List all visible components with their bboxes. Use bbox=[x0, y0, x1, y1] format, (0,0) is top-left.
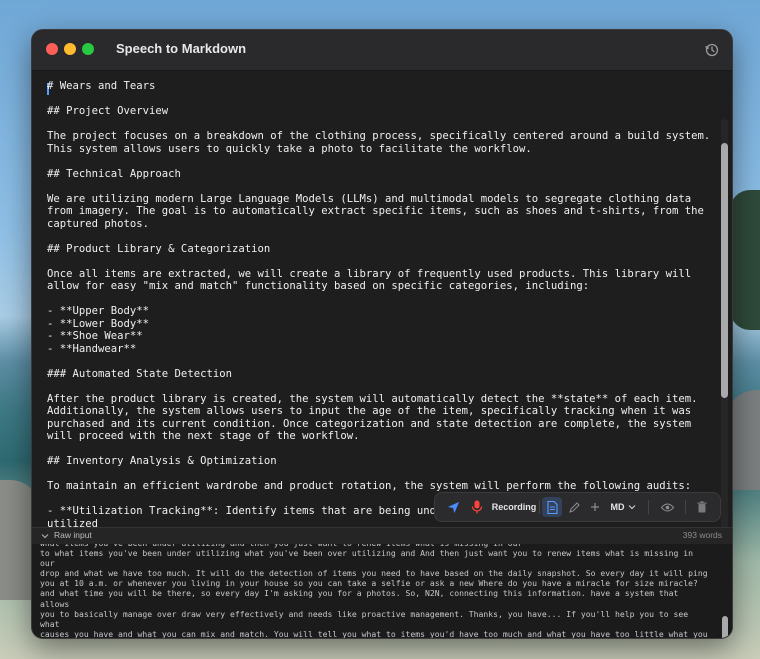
preview-button[interactable] bbox=[655, 493, 679, 521]
window-title: Speech to Markdown bbox=[116, 41, 247, 56]
add-button[interactable] bbox=[585, 493, 605, 521]
title-bar: Speech to Markdown bbox=[32, 30, 732, 71]
eye-icon bbox=[660, 503, 674, 511]
maximize-window-button[interactable] bbox=[82, 43, 94, 55]
raw-input-label: Raw input bbox=[54, 530, 92, 540]
document-icon bbox=[546, 500, 558, 514]
minimize-window-button[interactable] bbox=[64, 43, 76, 55]
raw-input-scrollbar-thumb[interactable] bbox=[722, 616, 728, 638]
document-mode-icon-wrap[interactable] bbox=[542, 493, 562, 521]
format-label: MD bbox=[610, 502, 625, 512]
toolbar-divider bbox=[685, 500, 686, 514]
markdown-editor[interactable]: # Wears and Tears ## Project Overview Th… bbox=[32, 71, 732, 527]
chevron-down-icon[interactable] bbox=[40, 531, 50, 541]
floating-toolbar: Recording MD bbox=[434, 492, 721, 522]
editor-scrollbar-thumb[interactable] bbox=[721, 143, 728, 398]
plus-icon bbox=[591, 503, 599, 511]
microphone-icon bbox=[471, 500, 483, 514]
word-count: 393 words bbox=[682, 530, 722, 540]
markdown-content[interactable]: # Wears and Tears ## Project Overview Th… bbox=[47, 80, 712, 527]
trash-icon bbox=[697, 501, 707, 513]
history-icon[interactable] bbox=[704, 42, 720, 58]
toolbar-divider bbox=[539, 500, 540, 514]
background-trees bbox=[730, 190, 760, 330]
raw-input-text[interactable]: what items you've been under utilizing a… bbox=[40, 544, 708, 638]
close-window-button[interactable] bbox=[46, 43, 58, 55]
delete-button[interactable] bbox=[691, 493, 713, 521]
raw-input-header[interactable]: Raw input 393 words bbox=[32, 527, 732, 544]
edit-button[interactable] bbox=[564, 493, 584, 521]
format-select[interactable]: MD bbox=[607, 493, 639, 521]
pencil-icon bbox=[568, 501, 580, 513]
app-window: Speech to Markdown # Wears and Tears ## … bbox=[31, 29, 733, 639]
toolbar-divider bbox=[648, 500, 649, 514]
raw-input-panel[interactable]: what items you've been under utilizing a… bbox=[32, 544, 732, 638]
recording-status: Recording bbox=[490, 493, 538, 521]
chevron-down-icon bbox=[628, 505, 635, 510]
send-icon bbox=[447, 501, 459, 513]
recording-label: Recording bbox=[491, 502, 537, 512]
microphone-button[interactable] bbox=[466, 493, 488, 521]
send-button[interactable] bbox=[441, 493, 465, 521]
